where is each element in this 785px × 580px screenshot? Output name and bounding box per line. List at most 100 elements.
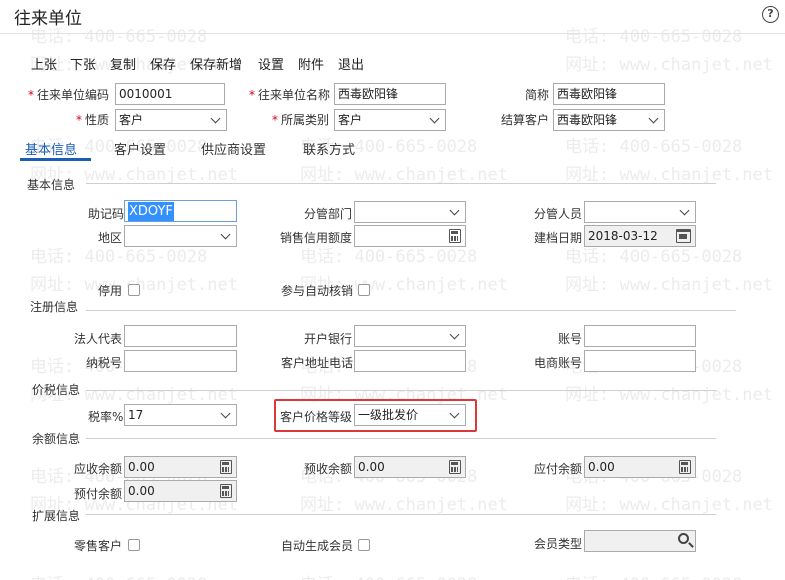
ap-input[interactable]: 0.00 bbox=[584, 456, 696, 478]
chevron-down-icon bbox=[429, 113, 440, 124]
credit-label: 销售信用额度 bbox=[280, 231, 353, 245]
abbr-label: 简称 bbox=[525, 88, 550, 102]
tab-contact[interactable]: 联系方式 bbox=[303, 139, 355, 158]
chevron-down-icon bbox=[449, 205, 460, 216]
watermark: 网址: www.chanjet.net bbox=[565, 55, 773, 75]
settle-select[interactable]: 西毒欧阳锋 bbox=[553, 109, 665, 131]
section-divider bbox=[86, 310, 736, 311]
addr-phone-input[interactable] bbox=[354, 350, 466, 372]
attachment-button[interactable]: 附件 bbox=[298, 54, 324, 73]
section-title-price-tax: 价税信息 bbox=[32, 383, 81, 397]
chevron-down-icon bbox=[648, 113, 659, 124]
staff-select[interactable] bbox=[584, 201, 696, 223]
adv-recv-input[interactable]: 0.00 bbox=[354, 456, 466, 478]
exit-button[interactable]: 退出 bbox=[338, 54, 364, 73]
watermark: 网址: www.chanjet.net bbox=[565, 165, 773, 185]
calculator-icon[interactable] bbox=[449, 229, 461, 243]
tax-rate-label: 税率% bbox=[88, 410, 124, 424]
prepay-input[interactable]: 0.00 bbox=[124, 480, 237, 502]
auto-verify-label: 参与自动核销 bbox=[281, 284, 354, 298]
legal-input[interactable] bbox=[124, 325, 237, 347]
auto-member-checkbox[interactable] bbox=[358, 539, 370, 551]
save-button[interactable]: 保存 bbox=[150, 54, 176, 73]
abbr-input[interactable]: 西毒欧阳锋 bbox=[553, 83, 665, 105]
code-label: * 往来单位编码 bbox=[28, 88, 110, 102]
save-new-button[interactable]: 保存新增 bbox=[190, 54, 242, 73]
ap-label: 应付余额 bbox=[534, 462, 583, 476]
calculator-icon[interactable] bbox=[220, 460, 232, 474]
section-divider bbox=[86, 514, 716, 515]
ar-input[interactable]: 0.00 bbox=[124, 456, 237, 478]
watermark: 网址: www.chanjet.net bbox=[300, 495, 508, 515]
code-input[interactable]: 0010001 bbox=[115, 83, 225, 105]
watermark: 电话: 400-665-0028 bbox=[565, 570, 742, 580]
taxno-input[interactable] bbox=[124, 350, 237, 372]
help-icon[interactable]: ? bbox=[762, 6, 779, 23]
settle-label: 结算客户 bbox=[501, 113, 550, 127]
prev-button[interactable]: 上张 bbox=[31, 54, 57, 73]
section-title-basic: 基本信息 bbox=[27, 178, 76, 192]
chevron-down-icon bbox=[679, 205, 690, 216]
title-divider bbox=[0, 33, 785, 34]
chevron-down-icon bbox=[220, 229, 231, 240]
window-title: 往来单位 bbox=[14, 9, 82, 29]
category-select[interactable]: 客户 bbox=[334, 109, 446, 131]
tax-rate-select[interactable]: 17 bbox=[124, 404, 237, 426]
calculator-icon[interactable] bbox=[679, 460, 691, 474]
watermark: 网址: www.chanjet.net bbox=[565, 275, 773, 295]
name-label: * 往来单位名称 bbox=[249, 88, 331, 102]
tab-supplier-settings[interactable]: 供应商设置 bbox=[201, 139, 266, 158]
taxno-label: 纳税号 bbox=[86, 356, 123, 370]
disabled-checkbox[interactable] bbox=[128, 284, 140, 296]
region-select[interactable] bbox=[124, 225, 237, 247]
account-input[interactable] bbox=[584, 325, 696, 347]
auto-member-label: 自动生成会员 bbox=[281, 539, 354, 553]
dept-label: 分管部门 bbox=[304, 207, 353, 221]
adv-recv-label: 预收余额 bbox=[304, 462, 353, 476]
watermark: 网址: www.chanjet.net bbox=[565, 495, 773, 515]
legal-label: 法人代表 bbox=[74, 332, 123, 346]
region-label: 地区 bbox=[98, 231, 123, 245]
calculator-icon[interactable] bbox=[220, 484, 232, 498]
credit-input[interactable] bbox=[354, 225, 466, 247]
name-input[interactable]: 西毒欧阳锋 bbox=[334, 83, 446, 105]
section-divider bbox=[86, 183, 716, 184]
section-divider bbox=[86, 438, 716, 439]
active-tab-indicator bbox=[20, 158, 91, 161]
chevron-down-icon bbox=[220, 408, 231, 419]
settings-button[interactable]: 设置 bbox=[258, 54, 284, 73]
member-type-input[interactable] bbox=[584, 530, 696, 552]
next-button[interactable]: 下张 bbox=[70, 54, 96, 73]
watermark: 网址: www.chanjet.net bbox=[300, 165, 508, 185]
chevron-down-icon bbox=[210, 113, 221, 124]
ecom-input[interactable] bbox=[584, 350, 696, 372]
calculator-icon[interactable] bbox=[449, 460, 461, 474]
bank-select[interactable] bbox=[354, 325, 466, 347]
account-label: 账号 bbox=[558, 332, 583, 346]
section-divider bbox=[86, 390, 716, 391]
addr-phone-label: 客户地址电话 bbox=[281, 356, 354, 370]
tab-customer-settings[interactable]: 客户设置 bbox=[114, 139, 166, 158]
dept-select[interactable] bbox=[354, 201, 466, 223]
retail-label: 零售客户 bbox=[74, 539, 123, 553]
tab-basic-info[interactable]: 基本信息 bbox=[25, 139, 77, 158]
auto-verify-checkbox[interactable] bbox=[358, 284, 370, 296]
copy-button[interactable]: 复制 bbox=[110, 54, 136, 73]
prepay-label: 预付余额 bbox=[74, 487, 123, 501]
category-label: * 所属类别 bbox=[272, 113, 330, 127]
nature-select[interactable]: 客户 bbox=[115, 109, 227, 131]
ar-label: 应收余额 bbox=[74, 462, 123, 476]
created-date-input[interactable]: 2018-03-12 bbox=[584, 225, 696, 247]
highlight-box bbox=[274, 399, 477, 432]
section-title-register: 注册信息 bbox=[30, 300, 79, 314]
mnemonic-input[interactable]: XDOYF bbox=[124, 200, 237, 222]
watermark: 电话: 400-665-0028 bbox=[30, 570, 207, 580]
watermark: 电话: 400-665-0028 bbox=[565, 137, 743, 157]
member-type-label: 会员类型 bbox=[534, 537, 583, 551]
ecom-label: 电商账号 bbox=[534, 356, 583, 370]
calendar-icon[interactable] bbox=[676, 229, 691, 243]
nature-label: * 性质 bbox=[76, 113, 110, 127]
watermark: 网址: www.chanjet.net bbox=[565, 385, 773, 405]
retail-checkbox[interactable] bbox=[128, 539, 140, 551]
search-icon[interactable] bbox=[678, 533, 689, 544]
